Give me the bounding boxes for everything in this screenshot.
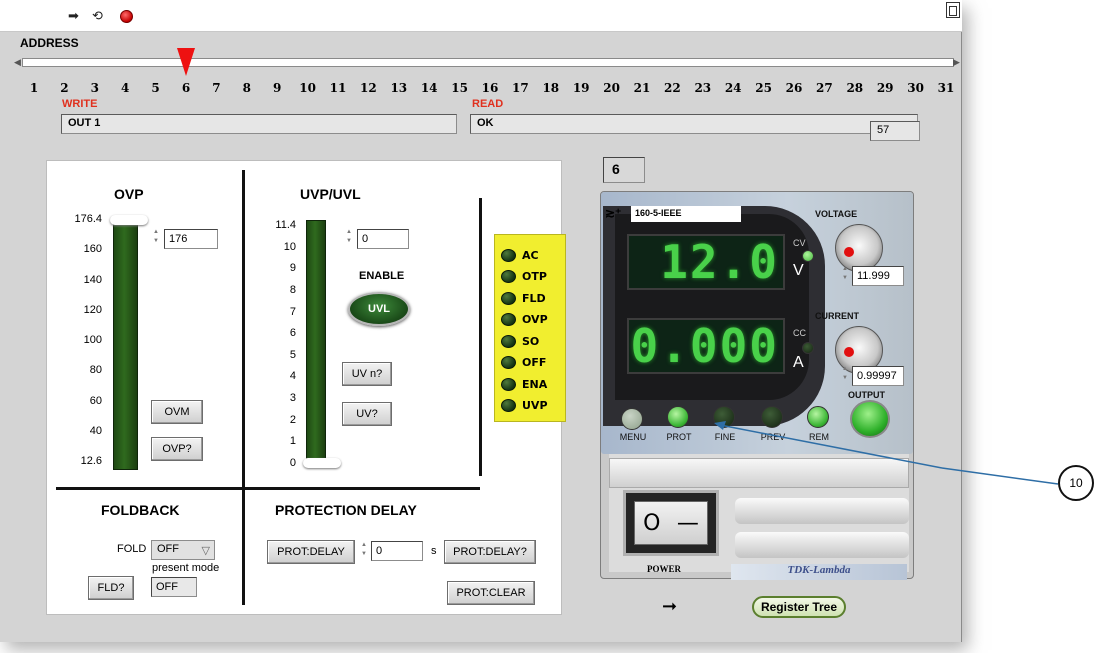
callout-line — [714, 421, 1059, 485]
callout-number: 10 — [1058, 465, 1094, 501]
